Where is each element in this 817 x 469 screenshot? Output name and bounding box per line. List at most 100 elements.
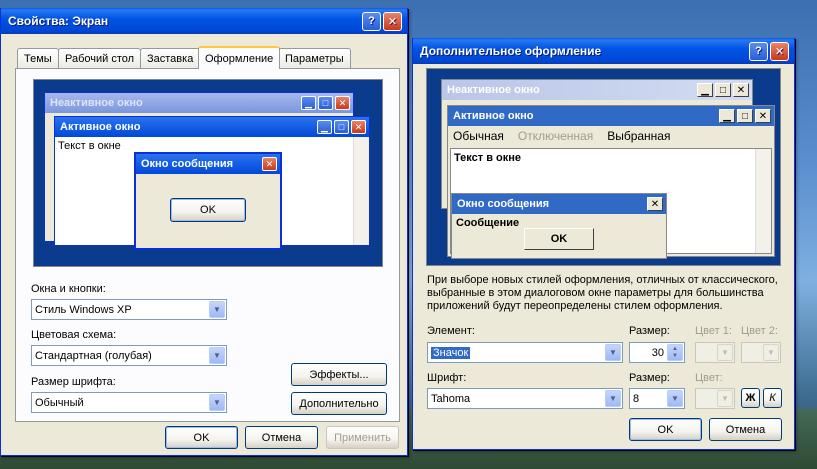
- minimize-icon: ▁: [301, 96, 316, 110]
- font-label: Шрифт:: [427, 372, 467, 384]
- display-properties-titlebar[interactable]: Свойства: Экран ? ✕: [1, 8, 407, 34]
- tab-screensaver[interactable]: Заставка: [140, 48, 201, 68]
- color2-picker[interactable]: ▼: [741, 342, 781, 363]
- size-spinner[interactable]: 30 ▲ ▼: [629, 342, 685, 363]
- spinner-arrows-icon[interactable]: ▲ ▼: [667, 344, 683, 361]
- preview-menu-bar: Обычная Отключенная Выбранная: [448, 126, 774, 146]
- minimize-icon: ▁: [317, 120, 332, 134]
- preview-active-title: Активное окно: [60, 121, 141, 133]
- preview-window-text: Текст в окне: [58, 140, 121, 152]
- help-button[interactable]: ?: [362, 11, 381, 31]
- tab-themes[interactable]: Темы: [17, 48, 59, 68]
- close-icon: ✕: [647, 197, 663, 211]
- close-icon: ✕: [755, 109, 771, 123]
- preview-message-title: Окно сообщения: [141, 158, 234, 170]
- advanced-appearance-titlebar[interactable]: Дополнительное оформление ? ✕: [413, 38, 794, 64]
- close-icon: ✕: [262, 157, 277, 171]
- cancel-button[interactable]: Отмена: [245, 426, 318, 449]
- minimize-icon: ▁: [697, 83, 713, 97]
- windows-buttons-select[interactable]: Стиль Windows XP ▼: [31, 299, 227, 320]
- apply-button[interactable]: Применить: [326, 426, 399, 449]
- chevron-down-icon[interactable]: ▼: [209, 394, 225, 411]
- windows-buttons-value: Стиль Windows XP: [35, 303, 132, 316]
- appearance-panel: Неактивное окно ▁ □ ✕ Активное окно ▁ □ …: [15, 68, 400, 422]
- ok-button[interactable]: OK: [629, 418, 702, 441]
- bold-toggle[interactable]: Ж: [741, 388, 760, 408]
- font-size-select[interactable]: Обычный ▼: [31, 392, 227, 413]
- size-label: Размер:: [629, 325, 670, 337]
- maximize-icon: □: [318, 96, 333, 110]
- color1-picker[interactable]: ▼: [695, 342, 735, 363]
- preview-window-text: Текст в окне: [454, 152, 522, 164]
- advanced-appearance-window: Дополнительное оформление ? ✕ Неактивное…: [412, 38, 795, 450]
- advanced-button[interactable]: Дополнительно: [291, 392, 387, 415]
- minimize-icon: ▁: [719, 109, 735, 123]
- italic-toggle[interactable]: К: [763, 388, 782, 408]
- preview-active-titlebar: Активное окно ▁ □ ✕: [55, 117, 369, 137]
- element-value: Значок: [431, 346, 471, 359]
- preview-scrollbar: [755, 149, 771, 253]
- font-color-label: Цвет:: [695, 372, 723, 384]
- preview-inactive-titlebar: Неактивное окно ▁ □ ✕: [442, 80, 752, 100]
- font-size-label: Размер:: [629, 372, 670, 384]
- close-icon: ✕: [351, 120, 366, 134]
- preview-menu-disabled: Отключенная: [517, 129, 594, 143]
- advanced-preview: Неактивное окно ▁ □ ✕ Активное окно ▁ □ …: [426, 68, 781, 266]
- chevron-down-icon[interactable]: ▼: [605, 390, 621, 407]
- chevron-down-icon[interactable]: ▼: [209, 301, 225, 318]
- color-scheme-label: Цветовая схема:: [31, 329, 117, 341]
- preview-ok-button: OK: [170, 198, 246, 222]
- font-color-picker[interactable]: ▼: [695, 388, 735, 409]
- preview-inactive-title: Неактивное окно: [50, 97, 143, 109]
- close-button[interactable]: ✕: [383, 11, 402, 31]
- effects-button[interactable]: Эффекты...: [291, 363, 387, 386]
- maximize-icon: □: [334, 120, 349, 134]
- preview-message-titlebar: Окно сообщения ✕: [452, 194, 666, 214]
- font-size-value: Обычный: [35, 396, 84, 409]
- element-select[interactable]: Значок ▼: [427, 342, 623, 363]
- chevron-down-icon[interactable]: ▼: [717, 344, 733, 361]
- tab-desktop[interactable]: Рабочий стол: [58, 48, 142, 68]
- help-button[interactable]: ?: [749, 41, 768, 61]
- chevron-down-icon[interactable]: ▼: [605, 344, 621, 361]
- size-value: 30: [651, 346, 664, 359]
- font-value: Tahoma: [431, 392, 471, 405]
- preview-scrollbar: [353, 137, 369, 245]
- close-icon: ✕: [335, 96, 350, 110]
- ok-button[interactable]: OK: [165, 426, 238, 449]
- preview-message-box: Окно сообщения ✕ OK: [134, 152, 282, 250]
- preview-inactive-title: Неактивное окно: [447, 84, 540, 96]
- font-size-label: Размер шрифта:: [31, 376, 116, 388]
- window-title: Дополнительное оформление: [420, 44, 602, 58]
- font-size-value: 8: [633, 392, 640, 405]
- close-icon: ✕: [733, 83, 749, 97]
- appearance-preview: Неактивное окно ▁ □ ✕ Активное окно ▁ □ …: [33, 79, 383, 267]
- display-properties-window: Свойства: Экран ? ✕ Темы Рабочий стол За…: [0, 8, 408, 456]
- preview-active-titlebar: Активное окно ▁ □ ✕: [448, 106, 774, 126]
- element-label: Элемент:: [427, 325, 475, 337]
- close-button[interactable]: ✕: [770, 41, 789, 61]
- preview-message-titlebar: Окно сообщения ✕: [136, 154, 280, 174]
- window-title: Свойства: Экран: [8, 14, 109, 28]
- preview-menu-normal: Обычная: [453, 129, 504, 143]
- preview-active-title: Активное окно: [453, 110, 534, 122]
- chevron-down-icon[interactable]: ▼: [667, 390, 683, 407]
- color1-label: Цвет 1:: [695, 325, 732, 337]
- cancel-button[interactable]: Отмена: [709, 418, 782, 441]
- chevron-down-icon[interactable]: ▼: [763, 344, 779, 361]
- color-scheme-select[interactable]: Стандартная (голубая) ▼: [31, 345, 227, 366]
- maximize-icon: □: [715, 83, 731, 97]
- font-size-select[interactable]: 8 ▼: [629, 388, 685, 409]
- color-scheme-value: Стандартная (голубая): [35, 349, 152, 362]
- preview-message-box: Окно сообщения ✕ Сообщение OK: [451, 193, 667, 259]
- chevron-down-icon[interactable]: ▼: [209, 347, 225, 364]
- tab-appearance[interactable]: Оформление: [198, 46, 281, 69]
- windows-buttons-label: Окна и кнопки:: [31, 283, 106, 295]
- description-text: При выборе новых стилей оформления, отли…: [427, 274, 778, 312]
- preview-ok-button: OK: [524, 228, 594, 250]
- tab-settings[interactable]: Параметры: [278, 48, 351, 68]
- preview-inactive-titlebar: Неактивное окно ▁ □ ✕: [45, 93, 353, 113]
- chevron-down-icon[interactable]: ▼: [717, 390, 733, 407]
- color2-label: Цвет 2:: [741, 325, 778, 337]
- font-select[interactable]: Tahoma ▼: [427, 388, 623, 409]
